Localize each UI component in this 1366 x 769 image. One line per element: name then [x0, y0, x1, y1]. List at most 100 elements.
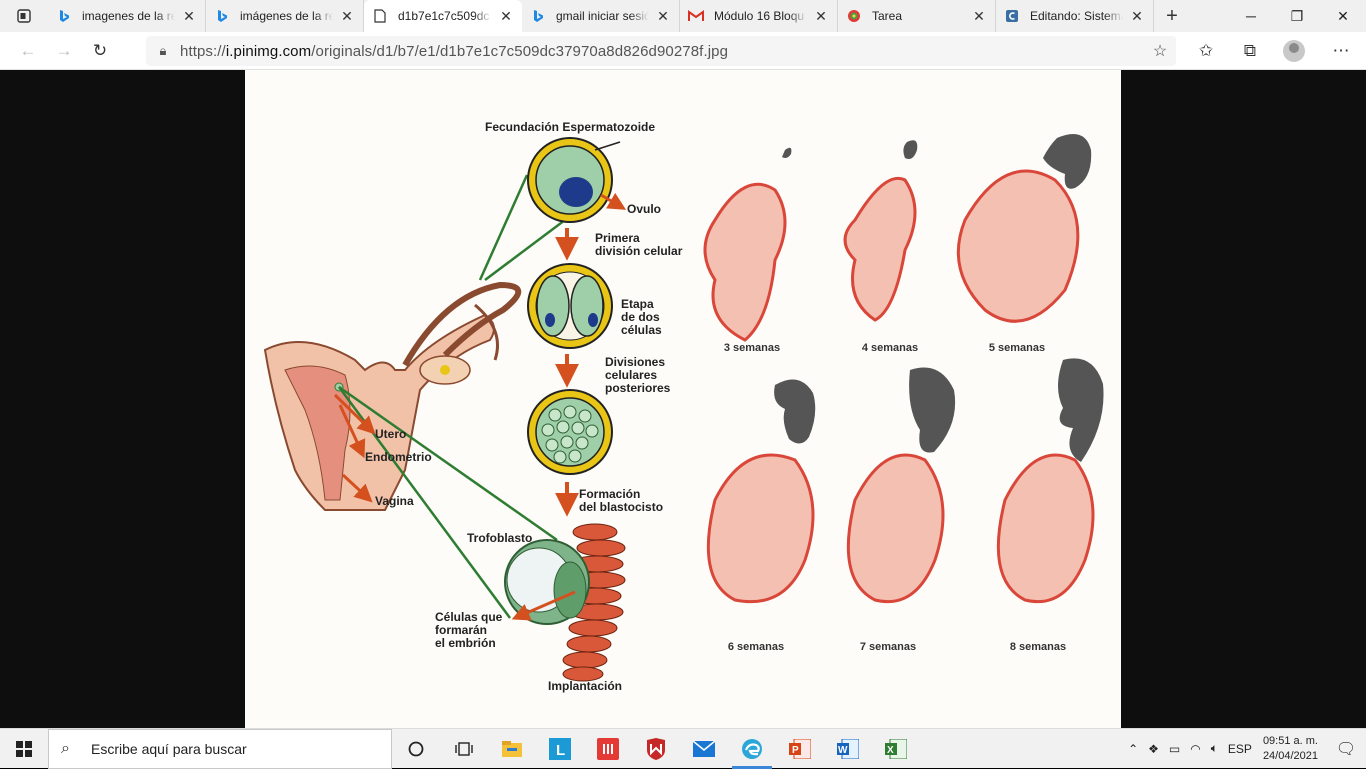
label-week-6: 6 semanas: [728, 641, 784, 653]
label-first-division-2: división celular: [595, 244, 683, 258]
browser-toolbar: ← → ↻ 🔒︎ https://i.pinimg.com/originals/…: [0, 32, 1366, 70]
close-icon[interactable]: ✕: [655, 8, 671, 24]
mcafee-icon[interactable]: [632, 729, 680, 769]
tab-title: Editando: Sistema: [1030, 9, 1123, 23]
tab-imagenes-2[interactable]: imágenes de la re ✕: [206, 0, 364, 32]
close-window-icon[interactable]: ✕: [1320, 0, 1366, 32]
profile-button[interactable]: [1272, 35, 1316, 67]
add-favorite-icon[interactable]: ☆: [1144, 41, 1176, 61]
bing-icon: [214, 8, 230, 24]
two-cell-stage: [527, 263, 613, 349]
label-first-division-1: Primera: [595, 231, 640, 245]
label-later-div-2: celulares: [605, 368, 657, 382]
settings-more-icon[interactable]: ⋯: [1316, 35, 1366, 67]
page-viewport: Fecundación Espermatozoide Ovulo Primera…: [0, 70, 1366, 728]
label-two-cells-2: de dos: [621, 310, 660, 324]
svg-text:L: L: [556, 742, 565, 759]
battery-icon[interactable]: ▭: [1169, 742, 1180, 756]
label-two-cells-1: Etapa: [621, 297, 654, 311]
implantation-illustration: [504, 523, 626, 682]
label-cells-2: formarán: [435, 623, 487, 637]
app-l-icon[interactable]: L: [536, 729, 584, 769]
collections-icon[interactable]: ⧉: [1228, 35, 1272, 67]
powerpoint-icon[interactable]: P: [776, 729, 824, 769]
restore-icon[interactable]: ❐: [1274, 0, 1320, 32]
edge-icon[interactable]: [728, 729, 776, 769]
tab-actions-menu-icon[interactable]: [0, 0, 48, 32]
close-icon[interactable]: ✕: [813, 8, 829, 24]
label-later-div-3: posteriores: [605, 381, 671, 395]
tab-tarea[interactable]: Tarea ✕: [838, 0, 996, 32]
label-fertilization: Fecundación Espermatozoide: [485, 120, 655, 134]
show-hidden-icons-icon[interactable]: ⌃: [1128, 742, 1138, 756]
tab-title: Tarea: [872, 9, 903, 23]
label-week-3: 3 semanas: [724, 342, 780, 354]
mail-icon[interactable]: [680, 729, 728, 769]
notifications-icon[interactable]: 🗨︎: [1326, 739, 1366, 759]
label-two-cells-3: células: [621, 323, 662, 337]
svg-text:W: W: [838, 745, 848, 756]
label-trophoblast: Trofoblasto: [467, 531, 532, 545]
tab-editando[interactable]: Editando: Sistema ✕: [996, 0, 1154, 32]
tab-title: imágenes de la re: [240, 9, 333, 23]
windows-taskbar: ⌕ Escribe aquí para buscar L P W X ⌃ ❖ ▭…: [0, 728, 1366, 769]
url-text[interactable]: https://i.pinimg.com/originals/d1/b7/e1/…: [180, 43, 728, 60]
tab-image-active[interactable]: d1b7e1c7c509dc ✕: [364, 0, 522, 32]
tab-modulo-16[interactable]: Módulo 16 Bloqu ✕: [680, 0, 838, 32]
svg-text:P: P: [792, 745, 799, 756]
system-tray: ⌃ ❖ ▭ ◠ 🔈︎ ESP 09:51 a. m. 24/04/2021 🗨︎: [1123, 729, 1366, 769]
windows-start-icon[interactable]: [0, 729, 48, 769]
label-week-8: 8 semanas: [1010, 641, 1066, 653]
url-host: i.pinimg.com: [225, 42, 312, 60]
bing-icon: [530, 8, 546, 24]
task-view-icon[interactable]: [440, 729, 488, 769]
label-endometrium: Endometrio: [365, 450, 432, 464]
label-blastocyst-2: del blastocisto: [579, 500, 663, 514]
new-tab-button[interactable]: +: [1154, 0, 1190, 32]
forward-arrow-icon[interactable]: →: [46, 35, 82, 67]
label-cells-1: Células que: [435, 610, 503, 624]
close-icon[interactable]: ✕: [1129, 8, 1145, 24]
tab-imagenes-1[interactable]: imagenes de la re ✕: [48, 0, 206, 32]
wifi-icon[interactable]: ◠: [1190, 742, 1200, 756]
close-icon[interactable]: ✕: [498, 8, 514, 24]
address-bar[interactable]: 🔒︎ https://i.pinimg.com/originals/d1/b7/…: [146, 36, 1176, 66]
close-icon[interactable]: ✕: [971, 8, 987, 24]
label-vagina: Vagina: [375, 494, 414, 508]
taskbar-search-box[interactable]: ⌕ Escribe aquí para buscar: [48, 728, 392, 769]
close-icon[interactable]: ✕: [181, 8, 197, 24]
clock-time: 09:51 a. m.: [1262, 734, 1318, 747]
favorites-icon[interactable]: ✩: [1184, 35, 1228, 67]
tab-title: gmail iniciar sesió: [556, 9, 649, 23]
excel-icon[interactable]: X: [872, 729, 920, 769]
cortana-icon[interactable]: [392, 729, 440, 769]
tab-gmail-search[interactable]: gmail iniciar sesió ✕: [522, 0, 680, 32]
clock[interactable]: 09:51 a. m. 24/04/2021: [1263, 734, 1318, 764]
displayed-image: Fecundación Espermatozoide Ovulo Primera…: [245, 70, 1121, 728]
minimize-icon[interactable]: ─: [1228, 0, 1274, 32]
gmail-icon: [688, 8, 704, 24]
dropbox-icon[interactable]: ❖: [1148, 742, 1159, 756]
url-path: /originals/d1/b7/e1/d1b7e1c7c509dc37970a…: [311, 42, 729, 60]
back-arrow-icon[interactable]: ←: [10, 35, 46, 67]
embryo-grid: 3 semanas 4 semanas 5 semanas 6 semanas …: [703, 134, 1104, 653]
file-explorer-icon[interactable]: [488, 729, 536, 769]
close-icon[interactable]: ✕: [339, 8, 355, 24]
language-indicator[interactable]: ESP: [1228, 742, 1252, 756]
word-icon[interactable]: W: [824, 729, 872, 769]
search-icon: ⌕: [61, 739, 70, 757]
zygote-cell: [527, 137, 621, 223]
label-ovum: Ovulo: [627, 202, 661, 216]
label-later-div-1: Divisiones: [605, 355, 665, 369]
embryo-development-figure: Fecundación Espermatozoide Ovulo Primera…: [263, 120, 1104, 693]
volume-icon[interactable]: 🔈︎: [1211, 741, 1218, 756]
toolbar-right: ✩ ⧉ ⋯: [1184, 35, 1366, 67]
refresh-icon[interactable]: ↻: [82, 35, 118, 67]
lock-icon[interactable]: 🔒︎: [146, 43, 180, 59]
uterus-illustration: [263, 281, 522, 511]
search-placeholder: Escribe aquí para buscar: [91, 740, 247, 757]
red-app-icon[interactable]: [584, 729, 632, 769]
tab-title: Módulo 16 Bloqu: [714, 9, 805, 23]
tab-bar: imagenes de la re ✕ imágenes de la re ✕ …: [0, 0, 1366, 32]
tab-title: d1b7e1c7c509dc: [398, 9, 490, 23]
